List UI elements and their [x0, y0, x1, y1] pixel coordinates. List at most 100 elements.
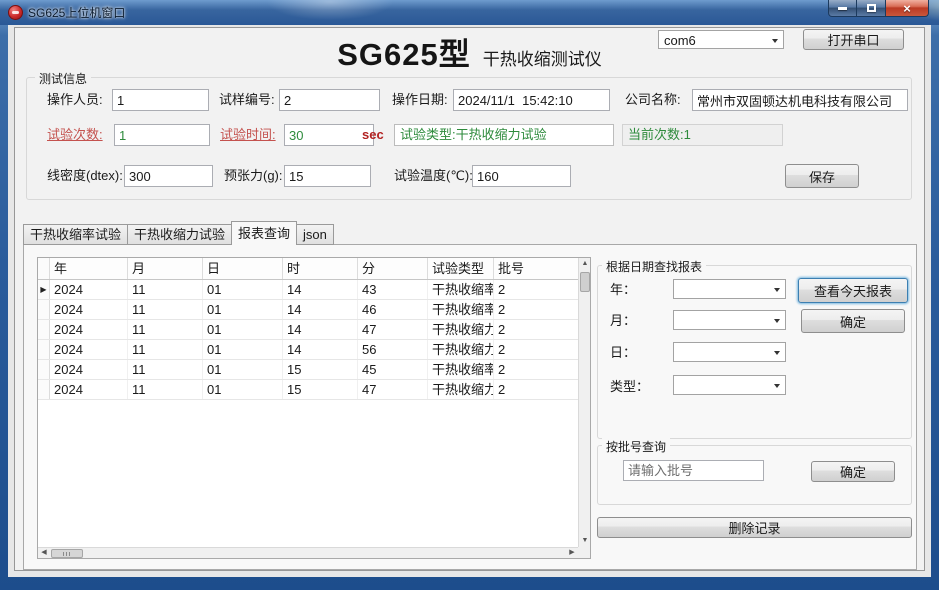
column-header[interactable]: 月 — [128, 258, 203, 279]
batch-search-group-title: 按批号查询 — [602, 438, 670, 455]
density-input[interactable] — [124, 165, 213, 187]
chevron-down-icon — [774, 288, 780, 292]
table-row[interactable]: ▶202411011443干热收缩率试2 — [38, 280, 578, 300]
app-window: SG625上位机窗口 × SG625型 干热收缩测试仪 com6 打开 — [0, 0, 939, 590]
table-row[interactable]: 202411011447干热收缩力试2 — [38, 320, 578, 340]
day-label: 日： — [610, 342, 636, 363]
com-port-value: com6 — [664, 33, 696, 48]
date-input[interactable] — [453, 89, 610, 111]
scroll-left-icon[interactable]: ◀ — [38, 548, 50, 559]
column-header[interactable]: 日 — [203, 258, 283, 279]
pretension-label: 预张力(g): — [224, 165, 283, 187]
maximize-icon — [867, 4, 876, 12]
close-button[interactable]: × — [886, 0, 929, 17]
titlebar[interactable]: SG625上位机窗口 × — [0, 0, 939, 25]
type-select[interactable] — [673, 375, 786, 395]
delete-record-button[interactable]: 删除记录 — [597, 517, 912, 538]
tab-report-query[interactable]: 报表查询 — [231, 221, 297, 245]
batch-confirm-button[interactable]: 确定 — [811, 461, 895, 482]
company-label: 公司名称: — [625, 89, 681, 111]
table-cell: 干热收缩力试 — [428, 380, 494, 399]
table-cell: 11 — [128, 300, 203, 319]
tab-shrink-rate-test[interactable]: 干热收缩率试验 — [23, 224, 128, 245]
table-cell: 2 — [494, 360, 578, 379]
row-marker-header — [38, 258, 50, 279]
minimize-button[interactable] — [828, 0, 857, 17]
month-select[interactable] — [673, 310, 786, 330]
table-row[interactable]: 202411011547干热收缩力试2 — [38, 380, 578, 400]
operator-input[interactable] — [112, 89, 209, 111]
test-count-label: 试验次数: — [47, 124, 103, 146]
window-controls: × — [828, 0, 929, 17]
view-today-report-button[interactable]: 查看今天报表 — [798, 278, 908, 303]
row-marker — [38, 300, 50, 319]
tab-strip: 干热收缩率试验 干热收缩力试验 报表查询 json — [23, 221, 333, 245]
table-cell: 干热收缩率试 — [428, 300, 494, 319]
table-cell: 2024 — [50, 320, 128, 339]
column-header[interactable]: 试验类型 — [428, 258, 494, 279]
table-row[interactable]: 202411011456干热收缩力试2 — [38, 340, 578, 360]
table-row[interactable]: 202411011545干热收缩率试2 — [38, 360, 578, 380]
table-cell: 2 — [494, 340, 578, 359]
sample-no-input[interactable] — [279, 89, 380, 111]
report-query-page: 年月日时分试验类型批号 ▶202411011443干热收缩率试220241101… — [23, 244, 917, 570]
table-cell: 14 — [283, 280, 358, 299]
temperature-input[interactable] — [472, 165, 571, 187]
test-time-input[interactable] — [284, 124, 374, 146]
test-info-group: 测试信息 操作人员: 试样编号: 操作日期: 公司名称: 试验次数: 试验时间:… — [26, 77, 912, 200]
pretension-input[interactable] — [284, 165, 371, 187]
day-select[interactable] — [673, 342, 786, 362]
type-label: 类型： — [610, 376, 649, 397]
chevron-down-icon — [774, 351, 780, 355]
report-grid[interactable]: 年月日时分试验类型批号 ▶202411011443干热收缩率试220241101… — [37, 257, 591, 559]
date-confirm-button[interactable]: 确定 — [801, 309, 905, 333]
tab-shrink-force-test[interactable]: 干热收缩力试验 — [127, 224, 232, 245]
density-label: 线密度(dtex): — [47, 165, 123, 187]
table-cell: 2024 — [50, 380, 128, 399]
window-title: SG625上位机窗口 — [28, 4, 125, 21]
maximize-button[interactable] — [857, 0, 886, 17]
chevron-down-icon — [772, 39, 778, 43]
month-label: 月： — [610, 310, 636, 331]
column-header[interactable]: 年 — [50, 258, 128, 279]
operator-label: 操作人员: — [47, 89, 103, 111]
table-cell: 2 — [494, 380, 578, 399]
horizontal-scroll-thumb[interactable] — [51, 549, 83, 558]
table-cell: 2024 — [50, 300, 128, 319]
row-marker: ▶ — [38, 280, 50, 299]
date-search-group-title: 根据日期查找报表 — [602, 258, 706, 275]
com-port-select[interactable]: com6 — [658, 30, 784, 49]
date-label: 操作日期: — [392, 89, 448, 111]
vertical-scroll-thumb[interactable] — [580, 272, 590, 292]
open-serial-button[interactable]: 打开串口 — [803, 29, 904, 50]
table-cell: 01 — [203, 320, 283, 339]
year-select[interactable] — [673, 279, 786, 299]
column-header[interactable]: 时 — [283, 258, 358, 279]
window-client-area: SG625型 干热收缩测试仪 com6 打开串口 测试信息 操作人员: 试样编号… — [8, 25, 931, 577]
current-count-display: 当前次数:1 — [622, 124, 783, 146]
table-cell: 2 — [494, 320, 578, 339]
table-cell: 干热收缩率试 — [428, 360, 494, 379]
table-cell: 01 — [203, 380, 283, 399]
scroll-right-icon[interactable]: ▶ — [566, 548, 578, 559]
column-header[interactable]: 批号 — [494, 258, 580, 279]
row-marker — [38, 340, 50, 359]
column-header[interactable]: 分 — [358, 258, 428, 279]
row-marker — [38, 360, 50, 379]
batch-no-input[interactable] — [623, 460, 764, 481]
table-row[interactable]: 202411011446干热收缩率试2 — [38, 300, 578, 320]
vertical-scrollbar[interactable]: ▲ ▼ — [578, 258, 590, 547]
test-count-input[interactable] — [114, 124, 210, 146]
scroll-down-icon[interactable]: ▼ — [579, 535, 591, 547]
tab-json[interactable]: json — [296, 224, 334, 245]
temperature-label: 试验温度(℃): — [394, 165, 473, 187]
batch-search-group: 按批号查询 确定 — [597, 445, 912, 505]
horizontal-scrollbar[interactable]: ◀ ▶ — [38, 547, 578, 558]
test-info-group-title: 测试信息 — [35, 70, 91, 87]
scroll-up-icon[interactable]: ▲ — [579, 258, 591, 270]
scrollbar-corner — [578, 547, 590, 558]
table-cell: 11 — [128, 340, 203, 359]
report-grid-header: 年月日时分试验类型批号 — [38, 258, 578, 280]
save-button[interactable]: 保存 — [785, 164, 859, 188]
company-input[interactable] — [692, 89, 908, 111]
